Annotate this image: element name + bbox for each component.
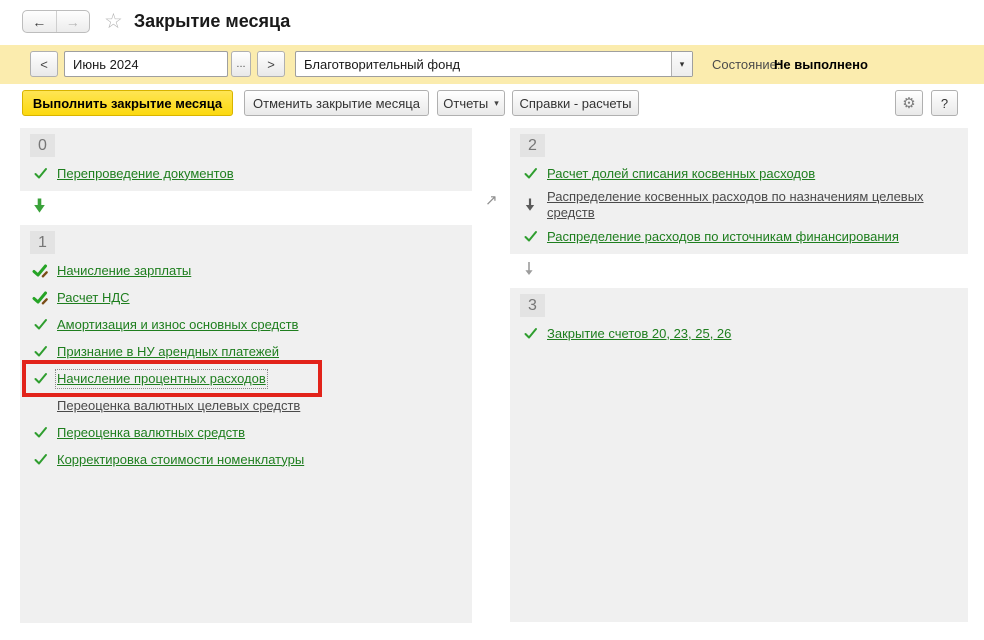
chevron-down-icon[interactable]: ▾	[671, 52, 692, 76]
reports-menu-button[interactable]: Отчеты ▾	[437, 90, 505, 116]
chevron-down-icon: ▾	[494, 98, 499, 109]
closing-operation-link[interactable]: Распределение косвенных расходов по назн…	[547, 189, 945, 221]
stage-group-number: 1	[30, 231, 55, 254]
expand-arrow-icon[interactable]: ↗	[485, 191, 498, 209]
closing-operation-row: Корректировка стоимости номенклатуры	[20, 446, 472, 473]
check-icon	[522, 326, 538, 342]
certificates-button[interactable]: Справки - расчеты	[512, 90, 639, 116]
check-icon	[32, 452, 48, 468]
closing-operation-row: Расчет долей списания косвенных расходов	[510, 160, 968, 187]
stage-connector	[510, 254, 968, 288]
closing-operation-link[interactable]: Расчет долей списания косвенных расходов	[547, 166, 815, 182]
reports-label: Отчеты	[443, 96, 488, 111]
stage-group-number: 0	[30, 134, 55, 157]
closing-operation-row: Признание в НУ арендных платежей	[20, 338, 472, 365]
check-icon	[522, 166, 538, 182]
period-field[interactable]: Июнь 2024	[64, 51, 228, 77]
closing-operation-row: Амортизация и износ основных средств	[20, 311, 472, 338]
closing-operation-row: Переоценка валютных целевых средств	[20, 392, 472, 419]
closing-operation-row: Закрытие счетов 20, 23, 25, 26	[510, 320, 968, 347]
arrow-down-icon	[523, 261, 535, 282]
check-icon	[32, 425, 48, 441]
closing-operation-link[interactable]: Расчет НДС	[57, 290, 130, 306]
stage-group-1: 1Начисление зарплаты Расчет НДС Амортизаци…	[20, 225, 472, 623]
closing-operation-row: Переоценка валютных средств	[20, 419, 472, 446]
closing-operation-link[interactable]: Распределение расходов по источникам фин…	[547, 229, 899, 245]
status-value: Не выполнено	[774, 45, 868, 84]
forward-arrow-icon[interactable]: →	[57, 11, 90, 32]
closing-operation-row: Перепроведение документов	[20, 160, 472, 187]
closing-operation-link[interactable]: Перепроведение документов	[57, 166, 234, 182]
closing-stages-left-column: 0Перепроведение документов 1Начисление за…	[20, 128, 472, 623]
icon-spacer	[32, 398, 48, 414]
period-value: Июнь 2024	[65, 57, 227, 72]
check-icon	[32, 166, 48, 182]
cancel-closing-button[interactable]: Отменить закрытие месяца	[244, 90, 429, 116]
stage-group-0: 0Перепроведение документов	[20, 128, 472, 191]
closing-operation-row: Расчет НДС	[20, 284, 472, 311]
stage-group-number: 2	[520, 134, 545, 157]
stage-group-number: 3	[520, 294, 545, 317]
closing-operation-link[interactable]: Переоценка валютных средств	[57, 425, 245, 441]
stage-group-3: 3Закрытие счетов 20, 23, 25, 26	[510, 288, 968, 622]
closing-stages-right-column: 2Расчет долей списания косвенных расходо…	[510, 128, 968, 622]
history-nav: ← →	[22, 10, 90, 33]
check-icon	[32, 317, 48, 333]
closing-operation-link[interactable]: Амортизация и износ основных средств	[57, 317, 298, 333]
page-title: Закрытие месяца	[134, 11, 290, 32]
help-button[interactable]: ?	[931, 90, 958, 116]
check-icon	[522, 229, 538, 245]
stage-connector	[20, 191, 472, 225]
check-edited-icon	[32, 263, 48, 279]
closing-operation-row: Начисление зарплаты	[20, 257, 472, 284]
period-toolbar: < Июнь 2024 ... > Благотворительный фонд…	[0, 45, 984, 84]
gear-icon[interactable]: ⚙	[895, 90, 923, 116]
closing-operation-link[interactable]: Переоценка валютных целевых средств	[57, 398, 300, 414]
closing-operation-link[interactable]: Закрытие счетов 20, 23, 25, 26	[547, 326, 731, 342]
check-icon	[32, 344, 48, 360]
closing-operation-link[interactable]: Начисление процентных расходов	[57, 371, 266, 387]
organization-value: Благотворительный фонд	[296, 57, 671, 72]
closing-operation-row: Начисление процентных расходов	[20, 365, 472, 392]
star-icon[interactable]: ☆	[104, 12, 123, 32]
arrow-down-icon	[522, 197, 538, 213]
closing-operation-link[interactable]: Корректировка стоимости номенклатуры	[57, 452, 304, 468]
closing-operation-link[interactable]: Признание в НУ арендных платежей	[57, 344, 279, 360]
closing-operation-link[interactable]: Начисление зарплаты	[57, 263, 191, 279]
organization-combo[interactable]: Благотворительный фонд ▾	[295, 51, 693, 77]
perform-closing-button[interactable]: Выполнить закрытие месяца	[22, 90, 233, 116]
back-arrow-icon[interactable]: ←	[23, 11, 57, 32]
status-label: Состояние:	[712, 45, 780, 84]
stage-group-2: 2Расчет долей списания косвенных расходо…	[510, 128, 968, 254]
next-period-button[interactable]: >	[257, 51, 285, 77]
check-edited-icon	[32, 290, 48, 306]
closing-operation-row: Распределение косвенных расходов по назн…	[510, 187, 968, 223]
window-header: ← → ☆ Закрытие месяца	[22, 10, 290, 33]
closing-operation-row: Распределение расходов по источникам фин…	[510, 223, 968, 250]
check-icon	[32, 371, 48, 387]
period-ellipsis-button[interactable]: ...	[231, 51, 251, 77]
arrow-down-icon	[33, 198, 46, 219]
previous-period-button[interactable]: <	[30, 51, 58, 77]
